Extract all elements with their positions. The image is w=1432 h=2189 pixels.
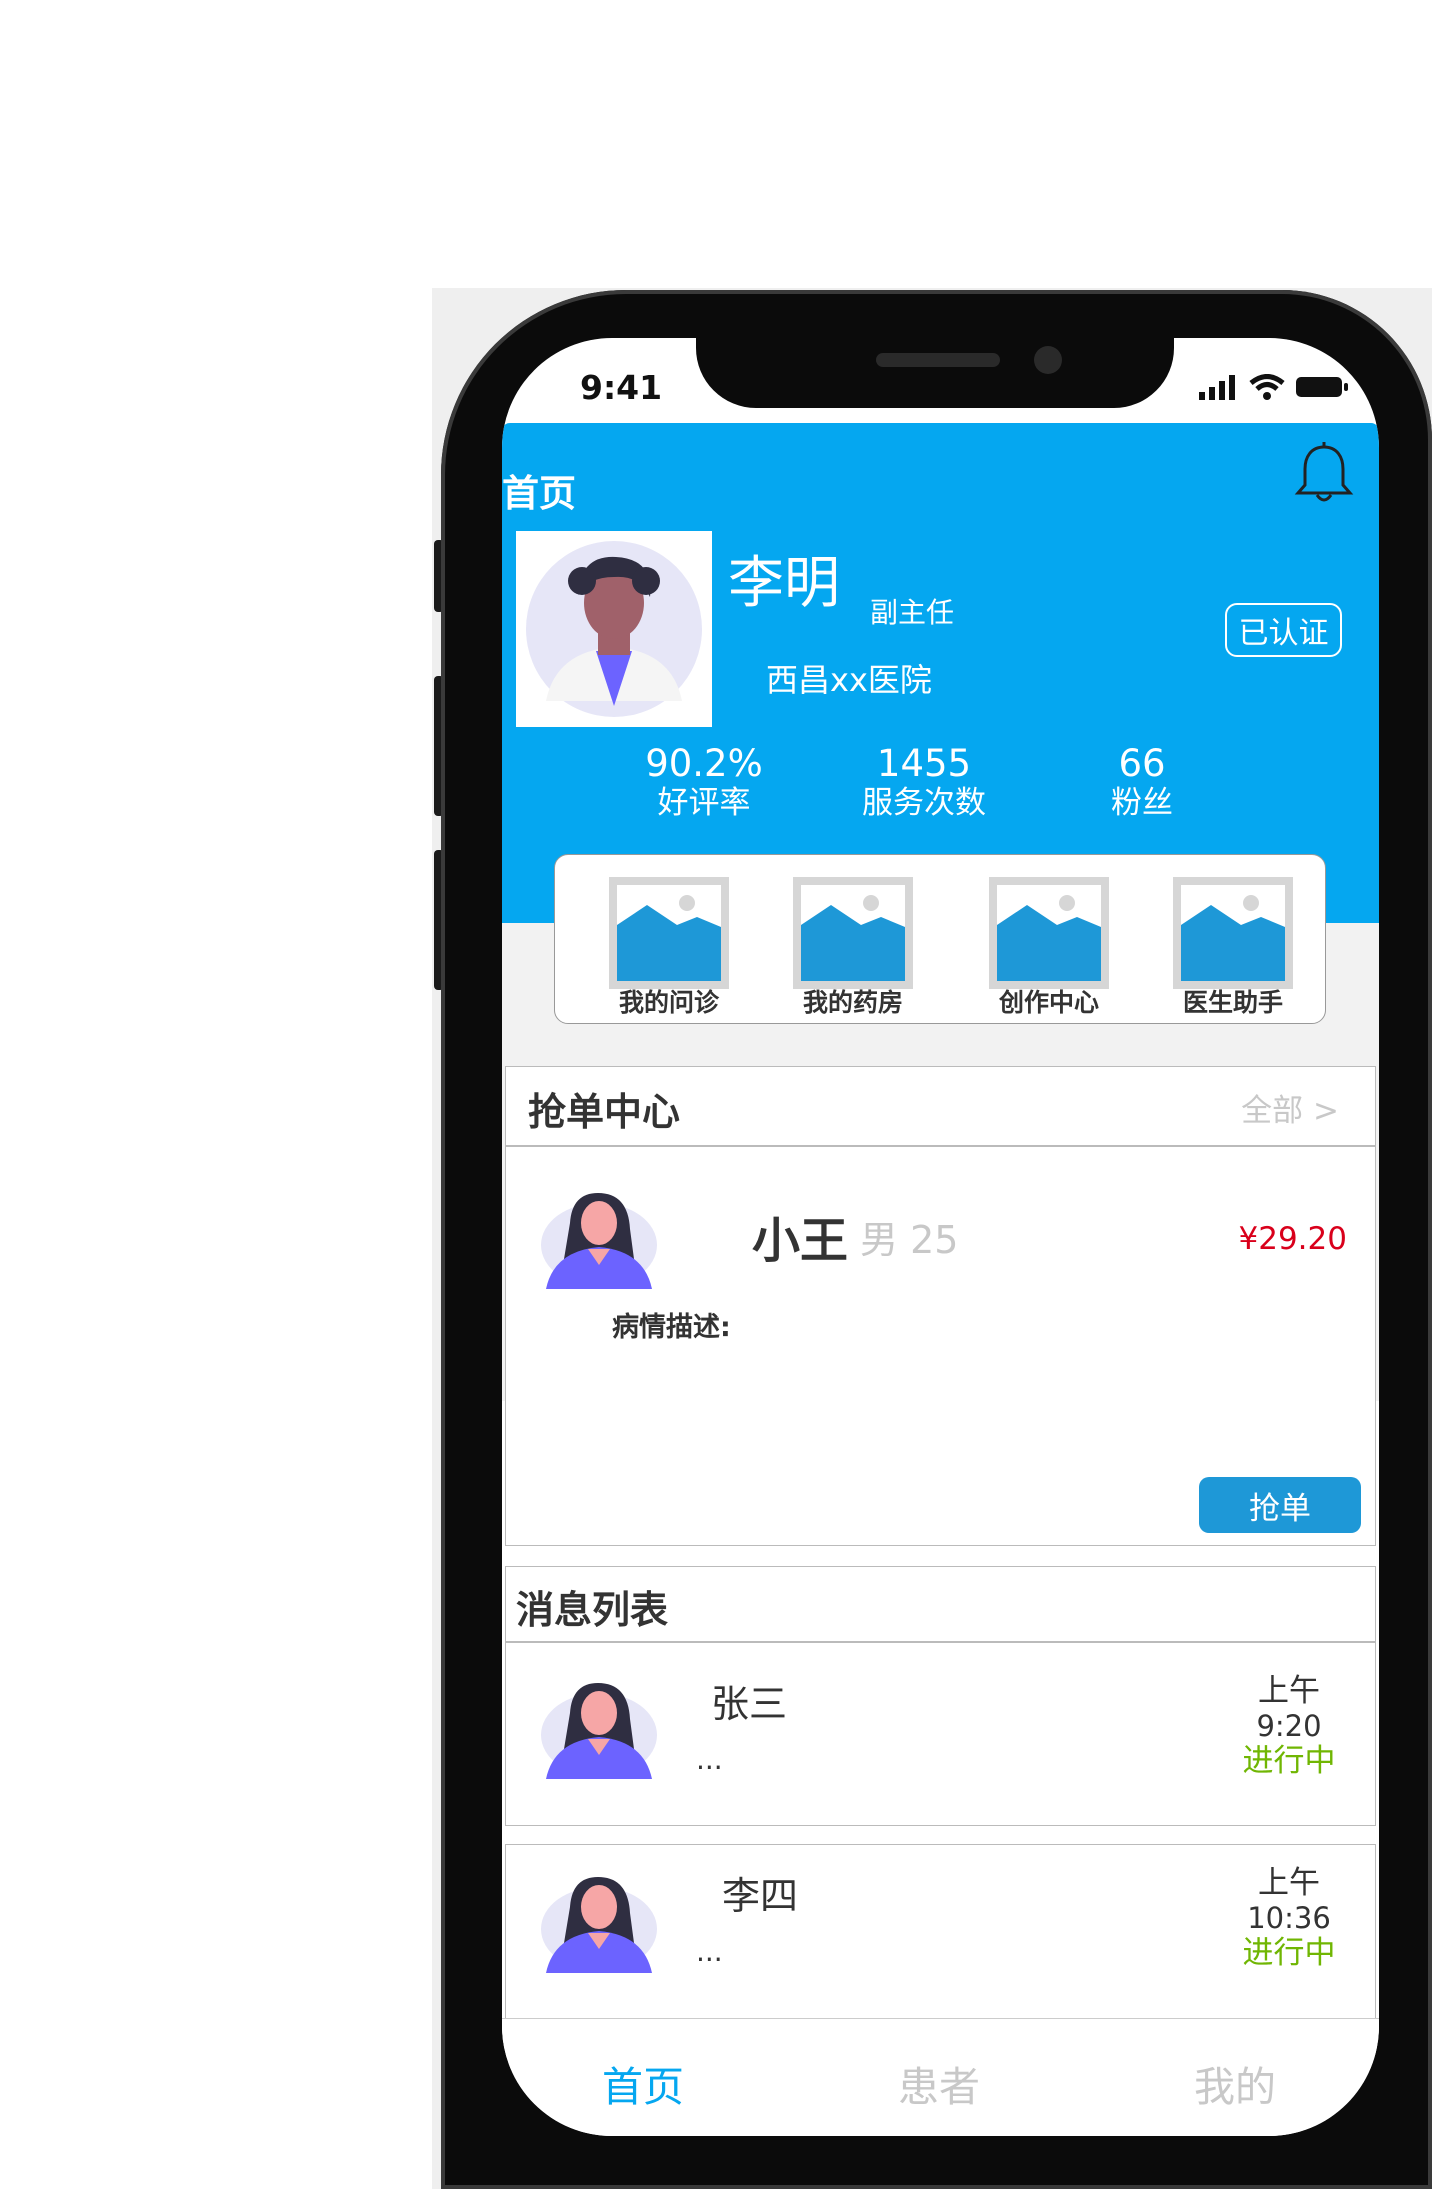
image-placeholder-icon: [609, 877, 729, 989]
image-placeholder-icon: [793, 877, 913, 989]
bell-icon[interactable]: [1293, 441, 1355, 507]
stat-label: 服务次数: [862, 785, 986, 821]
verified-badge: 已认证: [1225, 603, 1342, 657]
speaker: [876, 353, 1000, 367]
quick-action-creation[interactable]: 创作中心: [979, 877, 1119, 1019]
message-time: 9:20: [1256, 1709, 1322, 1743]
wifi-icon: [1249, 374, 1285, 400]
profile-header: 首页 李明 副主任 西昌xx医院 已认证 90.2% 好评率 1455 服务次数…: [502, 423, 1379, 923]
view-all-link[interactable]: 全部 >: [1241, 1085, 1339, 1130]
status-time: 9:41: [580, 368, 663, 407]
stat-value: 90.2%: [645, 742, 763, 785]
front-camera: [1034, 346, 1062, 374]
message-status: 进行中: [1242, 1935, 1336, 1971]
tab-patients[interactable]: 患者: [898, 2053, 980, 2113]
condition-label: 病情描述:: [612, 1312, 731, 1343]
grab-order-button[interactable]: 抢单: [1199, 1477, 1361, 1533]
message-preview: ...: [696, 1743, 723, 1776]
doctor-title: 副主任: [870, 596, 955, 629]
image-placeholder-icon: [989, 877, 1109, 989]
tab-bar: 首页 患者 我的: [502, 2018, 1379, 2136]
message-sender: 李四: [722, 1874, 799, 1918]
image-placeholder-icon: [1173, 877, 1293, 989]
order-card: 小王 男 25 ¥29.20 病情描述: 抢单: [505, 1146, 1376, 1546]
order-price: ¥29.20: [1238, 1221, 1347, 1257]
quick-action-assistant[interactable]: 医生助手: [1163, 877, 1303, 1019]
battery-icon: [1296, 377, 1348, 397]
message-period: 上午: [1258, 1673, 1320, 1709]
doctor-hospital: 西昌xx医院: [766, 661, 932, 699]
message-status: 进行中: [1242, 1743, 1336, 1779]
patient-avatar: [541, 1877, 657, 1973]
page-title: 首页: [502, 472, 576, 515]
stat-label: 粉丝: [1111, 785, 1173, 821]
notch: [696, 338, 1174, 408]
messages-header: 消息列表: [505, 1566, 1376, 1642]
patient-meta: 男 25: [860, 1218, 959, 1262]
tab-mine[interactable]: 我的: [1194, 2053, 1276, 2113]
message-item[interactable]: 张三 ... 上午 9:20 进行中: [505, 1642, 1376, 1826]
signal-icon: [1199, 375, 1235, 400]
message-sender: 张三: [711, 1682, 788, 1726]
quick-action-pharmacy[interactable]: 我的药房: [783, 877, 923, 1019]
patient-avatar: [541, 1193, 657, 1289]
message-preview: ...: [696, 1935, 723, 1968]
quick-actions: 我的问诊 我的药房 创作中心 医生助手: [554, 854, 1326, 1024]
grab-center-header: 抢单中心 全部 >: [505, 1066, 1376, 1146]
message-item[interactable]: 李四 ... 上午 10:36 进行中: [505, 1844, 1376, 2022]
quick-action-consult[interactable]: 我的问诊: [599, 877, 739, 1019]
status-icons: [1199, 374, 1349, 400]
patient-name: 小王: [752, 1213, 849, 1269]
stat-rating: 90.2% 好评率: [604, 742, 804, 822]
doctor-name: 李明: [728, 551, 840, 616]
message-meta: 上午 10:36 进行中: [1239, 1865, 1339, 1971]
phone-screen: 9:41 首页 李明 副主任 西昌xx医院 已认证 90.2% 好评率 1455…: [502, 338, 1379, 2136]
patient-avatar: [541, 1683, 657, 1779]
stat-value: 66: [1118, 742, 1166, 785]
message-meta: 上午 9:20 进行中: [1239, 1673, 1339, 1779]
message-period: 上午: [1258, 1865, 1320, 1901]
stat-value: 1455: [876, 742, 972, 785]
stat-services: 1455 服务次数: [824, 742, 1024, 822]
section-title: 消息列表: [516, 1588, 669, 1632]
tab-home[interactable]: 首页: [602, 2053, 684, 2113]
doctor-avatar[interactable]: [516, 531, 712, 727]
section-title: 抢单中心: [528, 1090, 681, 1134]
message-time: 10:36: [1247, 1901, 1331, 1935]
stat-label: 好评率: [657, 785, 751, 821]
stat-fans: 66 粉丝: [1042, 742, 1242, 822]
